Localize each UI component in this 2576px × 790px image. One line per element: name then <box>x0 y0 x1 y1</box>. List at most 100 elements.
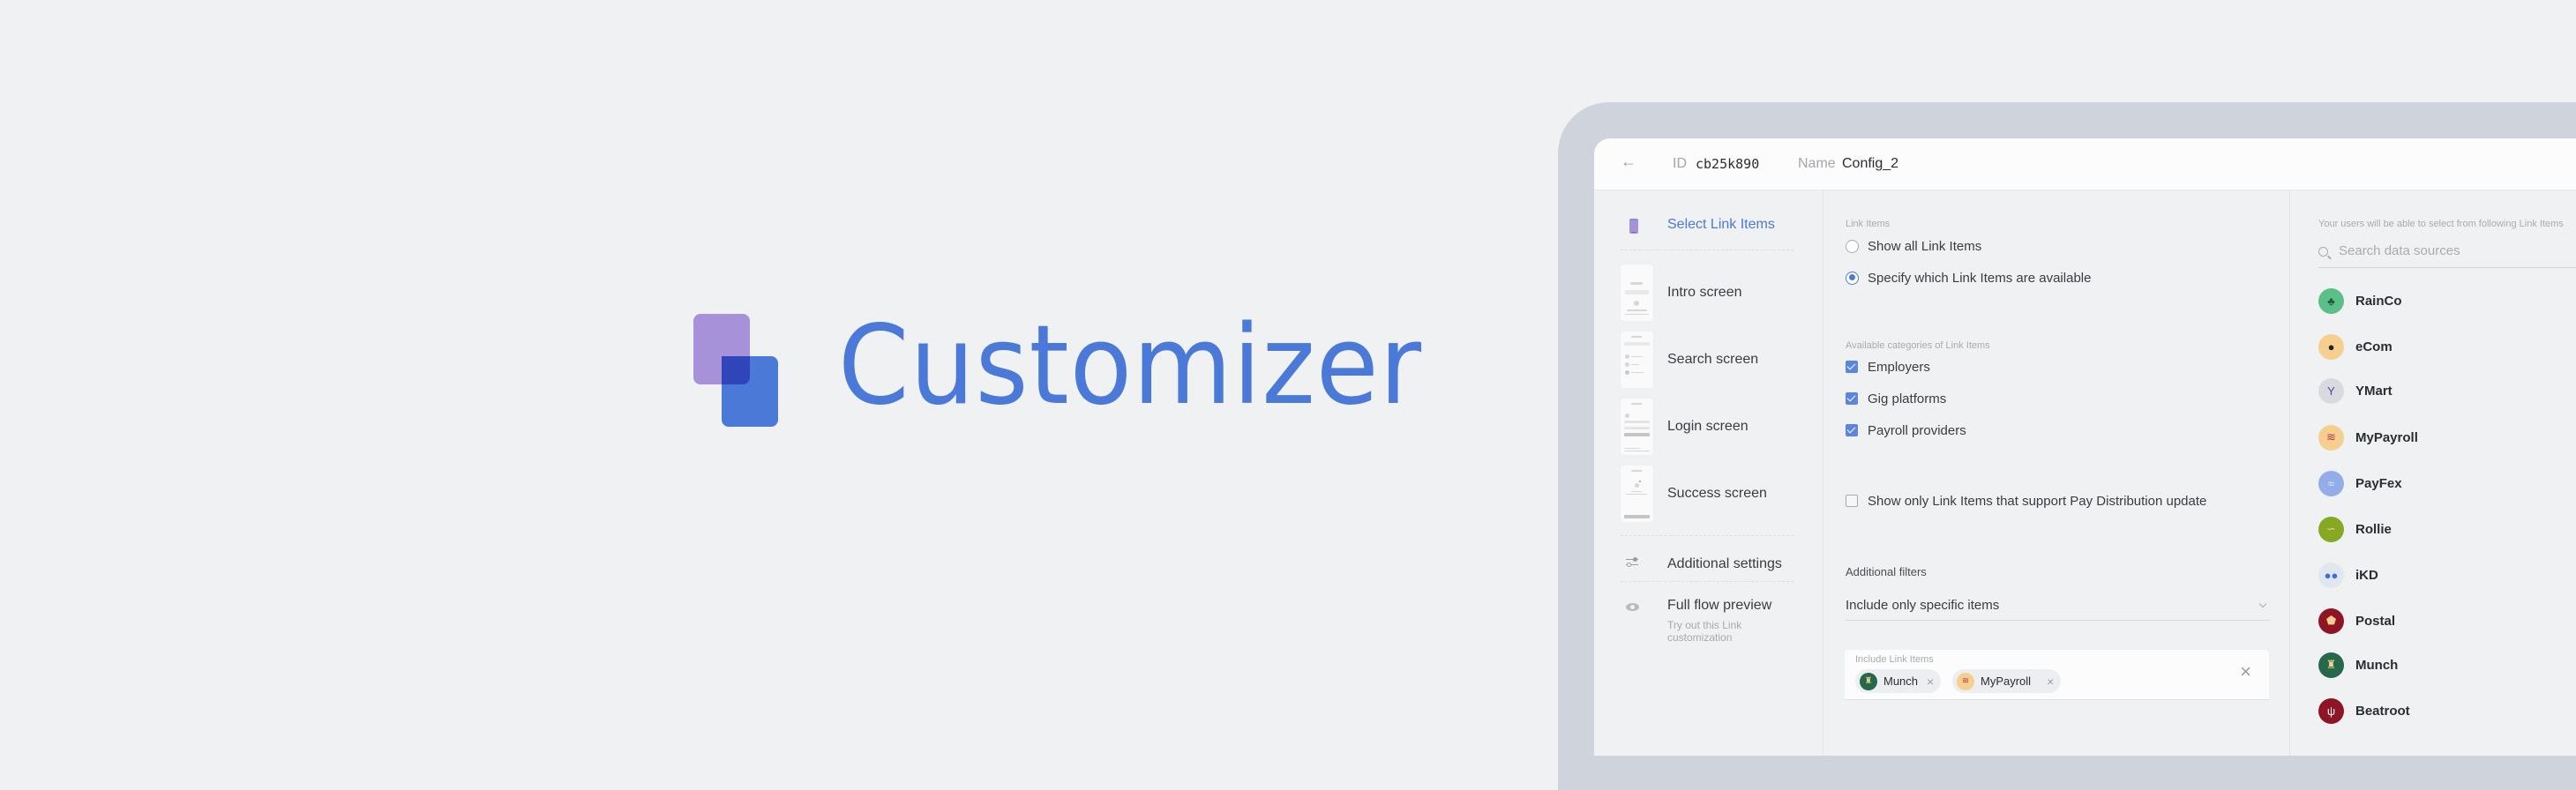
payfex-logo-icon: ≈ <box>2318 470 2344 496</box>
sidebar-item-success-screen[interactable]: Success screen <box>1594 466 1806 522</box>
config-header: ← ID cb25k890 Name Config_2 <box>1594 138 2576 190</box>
sidebar-item-label: Select Link Items <box>1667 217 1775 232</box>
rollie-logo-icon: ∽ <box>2318 516 2344 542</box>
chip-munch: ♜ Munch × <box>1855 669 1942 693</box>
sidebar-item-label: Full flow preview <box>1667 598 1772 613</box>
phone-icon <box>1629 219 1638 234</box>
chip-mypayroll: ≋ MyPayroll × <box>1952 669 2062 693</box>
customizer-logo <box>693 314 778 427</box>
link-items-label: Link Items <box>1846 219 1891 229</box>
checkbox[interactable] <box>1846 392 1858 405</box>
sidebar-divider <box>1621 535 1793 536</box>
list-item-name: Postal <box>2355 613 2396 629</box>
list-item-name: RainCo <box>2355 293 2402 309</box>
additional-filters-label: Additional filters <box>1846 565 1927 578</box>
checkbox-gig-platforms[interactable]: Gig platforms <box>1846 390 1946 407</box>
list-item[interactable]: ≋ MyPayroll <box>2318 424 2418 451</box>
radio-specify-link-items[interactable]: Specify which Link Items are available <box>1846 269 2091 287</box>
sliders-icon <box>1626 556 1638 567</box>
logo-overlap <box>722 356 750 384</box>
sidebar-item-label: Login screen <box>1667 419 1749 434</box>
sidebar-item-label: Additional settings <box>1667 556 1782 571</box>
login-screen-thumbnail <box>1621 399 1653 455</box>
sidebar-item-intro-screen[interactable]: Intro screen <box>1594 265 1806 321</box>
postal-logo-icon: ⬟ <box>2318 607 2344 634</box>
include-link-items-field[interactable]: Include Link Items ♜ Munch × ≋ MyPayroll… <box>1845 650 2269 700</box>
list-item[interactable]: ≈ PayFex <box>2318 470 2402 496</box>
sidebar-item-label: Success screen <box>1667 486 1767 501</box>
search-placeholder: Search data sources <box>2339 243 2460 258</box>
munch-logo-icon: ♜ <box>1860 672 1877 690</box>
search-input[interactable]: Search data sources <box>2318 242 2576 268</box>
list-item[interactable]: ♣ RainCo <box>2318 287 2402 314</box>
checkbox-label: Gig platforms <box>1868 391 1947 406</box>
beatroot-logo-icon: ψ <box>2318 697 2344 724</box>
helper-text: Your users will be able to select from f… <box>2318 219 2564 229</box>
rainco-logo-icon: ♣ <box>2318 287 2344 314</box>
checkbox[interactable] <box>1846 361 1858 373</box>
checkbox-payroll-providers[interactable]: Payroll providers <box>1846 421 1966 439</box>
list-item[interactable]: ∽ Rollie <box>2318 516 2392 542</box>
sidebar-item-search-screen[interactable]: Search screen <box>1594 332 1806 388</box>
ikd-logo-icon: ●● <box>2318 562 2344 588</box>
success-screen-thumbnail <box>1621 466 1653 522</box>
hero-title: Customizer <box>838 302 1423 429</box>
link-items-settings-panel: Link Items Show all Link Items Specify w… <box>1823 190 2290 756</box>
clear-all-icon[interactable]: × <box>2240 662 2251 682</box>
ymart-logo-icon: Y <box>2318 377 2344 404</box>
include-link-items-label: Include Link Items <box>1855 654 1934 665</box>
list-item[interactable]: ⬟ Postal <box>2318 607 2395 634</box>
checkbox[interactable] <box>1846 424 1858 436</box>
name-label: Name <box>1798 156 1836 171</box>
radio-button[interactable] <box>1846 271 1859 285</box>
list-item[interactable]: ● eCom <box>2318 333 2393 360</box>
radio-show-all-link-items[interactable]: Show all Link Items <box>1846 237 1981 255</box>
sidebar-item-additional-settings[interactable]: Additional settings <box>1594 543 1806 584</box>
categories-label: Available categories of Link Items <box>1846 340 1990 351</box>
checkbox-label: Payroll providers <box>1868 422 1966 438</box>
radio-button[interactable] <box>1846 239 1859 253</box>
link-items-list-panel: Your users will be able to select from f… <box>2290 190 2576 756</box>
list-item-name: Munch <box>2355 657 2399 673</box>
sidebar-item-select-link-items[interactable]: Select Link Items <box>1594 190 1806 243</box>
mypayroll-logo-icon: ≋ <box>2318 424 2344 451</box>
config-id-value: cb25k890 <box>1696 156 1760 172</box>
remove-chip-icon[interactable]: × <box>2047 674 2054 689</box>
config-name-value[interactable]: Config_2 <box>1842 155 1898 173</box>
mypayroll-logo-icon: ≋ <box>1957 672 1974 690</box>
checkbox-label: Employers <box>1868 359 1930 375</box>
list-item[interactable]: ●● iKD <box>2318 562 2378 588</box>
list-item-name: iKD <box>2355 567 2378 583</box>
list-item-name: MyPayroll <box>2355 429 2418 445</box>
list-item[interactable]: Y YMart <box>2318 377 2393 404</box>
sidebar-item-login-screen[interactable]: Login screen <box>1594 399 1806 455</box>
sidebar-item-sublabel: Try out this Link customization <box>1667 619 1742 644</box>
chevron-down-icon <box>2258 600 2267 608</box>
remove-chip-icon[interactable]: × <box>1927 674 1934 689</box>
filter-mode-dropdown[interactable]: Include only specific items <box>1846 594 2271 621</box>
munch-logo-icon: ♜ <box>2318 652 2344 678</box>
search-screen-thumbnail <box>1621 332 1653 388</box>
sidebar-item-label: Intro screen <box>1667 285 1742 300</box>
search-icon <box>2318 247 2328 257</box>
list-item-name: PayFex <box>2355 475 2402 491</box>
sidebar: Select Link Items Intro screen Search sc… <box>1594 190 1823 756</box>
sidebar-item-label: Search screen <box>1667 352 1759 367</box>
eye-icon <box>1626 603 1639 611</box>
checkbox[interactable] <box>1846 495 1858 507</box>
checkbox-employers[interactable]: Employers <box>1846 358 1930 376</box>
radio-label: Show all Link Items <box>1868 238 1982 254</box>
back-arrow-icon[interactable]: ← <box>1621 153 1636 170</box>
checkbox-label: Show only Link Items that support Pay Di… <box>1868 493 2207 509</box>
chip-label: Munch <box>1883 674 1919 688</box>
list-item-name: YMart <box>2355 383 2393 399</box>
app-screen: ← ID cb25k890 Name Config_2 Select Link … <box>1594 138 2576 756</box>
sidebar-item-full-flow-preview[interactable]: Full flow preview Try out this Link cust… <box>1594 589 1806 660</box>
ecom-logo-icon: ● <box>2318 333 2344 360</box>
list-item[interactable]: ♜ Munch <box>2318 652 2398 678</box>
list-item[interactable]: ψ Beatroot <box>2318 697 2410 724</box>
checkbox-pay-distribution-only[interactable]: Show only Link Items that support Pay Di… <box>1846 492 2206 510</box>
list-item-name: Rollie <box>2355 521 2392 537</box>
sidebar-divider <box>1621 581 1793 582</box>
radio-label: Specify which Link Items are available <box>1868 270 2092 286</box>
